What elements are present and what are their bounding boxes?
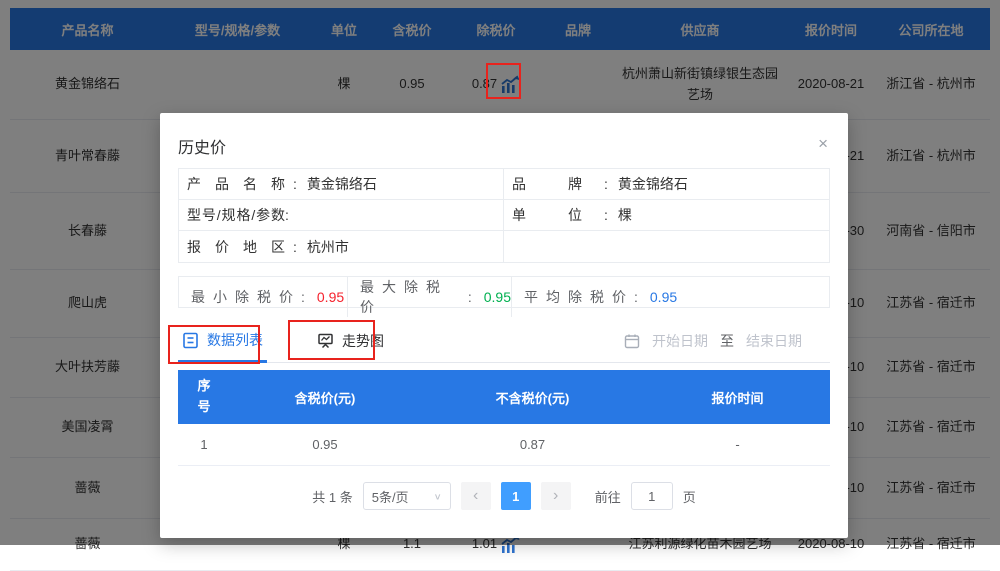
next-page-button[interactable]: › bbox=[541, 482, 571, 510]
colon: : bbox=[634, 289, 638, 305]
info-value: 黄金锦络石 bbox=[307, 174, 377, 194]
info-spec: 型号/规格/参数 : bbox=[179, 200, 504, 231]
stat-label: 平均除税价 bbox=[524, 287, 634, 307]
avg-price-value: 0.95 bbox=[650, 289, 677, 305]
tab-data-list[interactable]: 数据列表 bbox=[178, 320, 267, 363]
info-empty-cell bbox=[504, 231, 829, 262]
history-price-table: 序号 含税价(元) 不含税价(元) 报价时间 1 0.95 0.87 - bbox=[178, 370, 830, 466]
calendar-icon bbox=[624, 333, 640, 349]
list-document-icon bbox=[182, 332, 199, 349]
tabs-toolbar: 数据列表 走势图 开始日期 至 结束日期 bbox=[178, 319, 830, 363]
avg-price-stat: 平均除税价 : 0.95 bbox=[512, 277, 829, 317]
tab-label: 走势图 bbox=[342, 331, 384, 351]
cell-no-tax-price: 0.87 bbox=[420, 437, 645, 452]
info-label: 型号/规格/参数 bbox=[187, 205, 285, 225]
end-date-input[interactable]: 结束日期 bbox=[746, 331, 802, 351]
trend-board-icon bbox=[317, 332, 334, 349]
modal-title: 历史价 bbox=[178, 134, 226, 158]
max-price-value: 0.95 bbox=[484, 289, 511, 305]
info-label: 报价地区 bbox=[187, 237, 285, 257]
chevron-down-icon: ∨ bbox=[434, 491, 442, 501]
goto-page-input[interactable] bbox=[631, 482, 673, 510]
colon: : bbox=[293, 239, 297, 255]
page-size-value: 5条/页 bbox=[372, 487, 409, 506]
total-count: 共 1 条 bbox=[312, 487, 352, 506]
stat-label: 最小除税价 bbox=[191, 287, 301, 307]
colon: : bbox=[301, 289, 305, 305]
info-label: 单位 bbox=[512, 205, 582, 225]
history-price-modal: 历史价 × 产品名称 : 黄金锦络石 品牌 : 黄金锦络石 型号/规格/参数 :… bbox=[160, 113, 848, 538]
cell-tax-price: 0.95 bbox=[230, 437, 420, 452]
stat-label: 最大除税价 bbox=[360, 277, 468, 317]
product-info-grid: 产品名称 : 黄金锦络石 品牌 : 黄金锦络石 型号/规格/参数 : 单位 : … bbox=[178, 168, 830, 263]
column-header-quote-time: 报价时间 bbox=[645, 388, 830, 407]
page-number-1[interactable]: 1 bbox=[501, 482, 531, 510]
column-header-no-tax-price: 不含税价(元) bbox=[420, 388, 645, 407]
info-value: 杭州市 bbox=[307, 237, 349, 257]
close-icon[interactable]: × bbox=[818, 135, 828, 152]
page-unit-label: 页 bbox=[683, 487, 696, 506]
info-label: 品牌 bbox=[512, 174, 582, 194]
info-value: 棵 bbox=[618, 205, 632, 225]
info-product-name: 产品名称 : 黄金锦络石 bbox=[179, 169, 504, 200]
page-size-select[interactable]: 5条/页 ∨ bbox=[363, 482, 451, 510]
colon: : bbox=[604, 207, 608, 223]
date-range-filter: 开始日期 至 结束日期 bbox=[624, 331, 830, 351]
info-label: 产品名称 bbox=[187, 174, 285, 194]
colon: : bbox=[293, 176, 297, 192]
min-price-value: 0.95 bbox=[317, 289, 344, 305]
pagination: 共 1 条 5条/页 ∨ ‹ 1 › 前往 页 bbox=[178, 482, 830, 510]
prev-page-button[interactable]: ‹ bbox=[461, 482, 491, 510]
tab-trend-chart[interactable]: 走势图 bbox=[313, 319, 388, 362]
tab-label: 数据列表 bbox=[207, 330, 263, 350]
price-stats-bar: 最小除税价 : 0.95 最大除税价 : 0.95 平均除税价 : 0.95 bbox=[178, 276, 830, 308]
info-unit: 单位 : 棵 bbox=[504, 200, 829, 231]
column-header-tax-price: 含税价(元) bbox=[230, 388, 420, 407]
goto-label: 前往 bbox=[595, 487, 621, 506]
column-header-seq: 序号 bbox=[178, 376, 230, 418]
colon: : bbox=[468, 289, 472, 305]
info-region: 报价地区 : 杭州市 bbox=[179, 231, 504, 262]
info-value: 黄金锦络石 bbox=[618, 174, 688, 194]
colon: : bbox=[604, 176, 608, 192]
history-table-row: 1 0.95 0.87 - bbox=[178, 424, 830, 466]
cell-quote-time: - bbox=[645, 437, 830, 452]
start-date-input[interactable]: 开始日期 bbox=[652, 331, 708, 351]
info-brand: 品牌 : 黄金锦络石 bbox=[504, 169, 829, 200]
max-price-stat: 最大除税价 : 0.95 bbox=[348, 277, 512, 317]
date-range-separator: 至 bbox=[720, 331, 734, 351]
min-price-stat: 最小除税价 : 0.95 bbox=[179, 277, 348, 317]
cell-seq: 1 bbox=[178, 437, 230, 452]
colon: : bbox=[285, 207, 289, 223]
history-table-header: 序号 含税价(元) 不含税价(元) 报价时间 bbox=[178, 370, 830, 424]
